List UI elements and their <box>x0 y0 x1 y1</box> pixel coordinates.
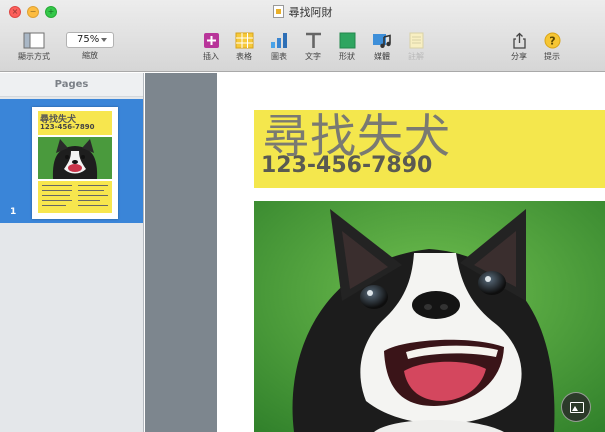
pages-doc-icon <box>272 5 284 18</box>
insert-plus-icon <box>203 32 220 49</box>
share-icon <box>511 32 528 49</box>
document-canvas[interactable]: 尋找失犬 123-456-7890 <box>217 73 605 432</box>
table-label: 表格 <box>236 52 252 61</box>
window-toolbar: × − + 尋找阿財 顯示方式 75% 縮放 插入 表格 圖表 文字 形狀 媒體… <box>0 0 605 72</box>
zoom-value: 75% <box>77 34 100 45</box>
table-button[interactable]: 表格 <box>230 32 258 62</box>
sidebar-view-icon <box>23 32 45 49</box>
help-button[interactable]: ? 提示 <box>538 32 566 62</box>
window-title: 尋找阿財 <box>0 4 605 20</box>
zoom-select[interactable]: 75% <box>66 32 114 48</box>
page-thumbnail-image: 尋找失犬 123-456-7890 <box>32 107 118 219</box>
comment-icon <box>408 32 425 49</box>
comment-button[interactable]: 註解 <box>402 32 430 62</box>
help-label: 提示 <box>544 52 560 61</box>
view-label: 顯示方式 <box>18 52 50 61</box>
thumbnail-info-text <box>38 181 112 213</box>
svg-text:?: ? <box>549 35 555 48</box>
page-number: 1 <box>10 207 17 217</box>
sidebar-heading: Pages <box>0 73 143 97</box>
thumbnail-title-band: 尋找失犬 123-456-7890 <box>38 111 112 135</box>
help-icon: ? <box>544 32 561 49</box>
media-icon <box>372 32 393 49</box>
shape-label: 形狀 <box>339 52 355 61</box>
text-icon <box>304 32 323 49</box>
media-label: 媒體 <box>374 52 390 61</box>
image-icon <box>570 402 584 413</box>
shape-icon <box>338 32 357 49</box>
view-button[interactable]: 顯示方式 <box>14 32 54 62</box>
share-label: 分享 <box>511 52 527 61</box>
text-label: 文字 <box>305 52 321 61</box>
page-thumbnail-1[interactable]: 尋找失犬 123-456-7890 1 <box>0 99 143 223</box>
share-button[interactable]: 分享 <box>505 32 533 62</box>
table-icon <box>235 32 254 49</box>
thumbnail-phone: 123-456-7890 <box>40 123 95 131</box>
chart-icon <box>270 32 289 49</box>
chart-button[interactable]: 圖表 <box>265 32 293 62</box>
insert-button[interactable]: 插入 <box>198 32 224 62</box>
chevron-down-icon <box>101 38 107 42</box>
zoom-label: 縮放 <box>82 51 98 60</box>
shape-button[interactable]: 形狀 <box>333 32 361 62</box>
phone-number-text[interactable]: 123-456-7890 <box>261 153 432 178</box>
insert-label: 插入 <box>203 52 219 61</box>
zoom-control[interactable]: 75% 縮放 <box>64 32 116 61</box>
window-title-text: 尋找阿財 <box>288 6 333 19</box>
thumbnail-dog-photo <box>38 137 112 179</box>
media-button[interactable]: 媒體 <box>368 32 396 62</box>
canvas-gutter <box>145 73 217 432</box>
chart-label: 圖表 <box>271 52 287 61</box>
replace-media-button[interactable] <box>561 392 591 422</box>
text-button[interactable]: 文字 <box>299 32 327 62</box>
dog-photo[interactable] <box>254 201 605 432</box>
page-thumbnails-sidebar: Pages 尋找失犬 123-456-7890 1 <box>0 73 144 432</box>
comment-label: 註解 <box>408 52 424 61</box>
